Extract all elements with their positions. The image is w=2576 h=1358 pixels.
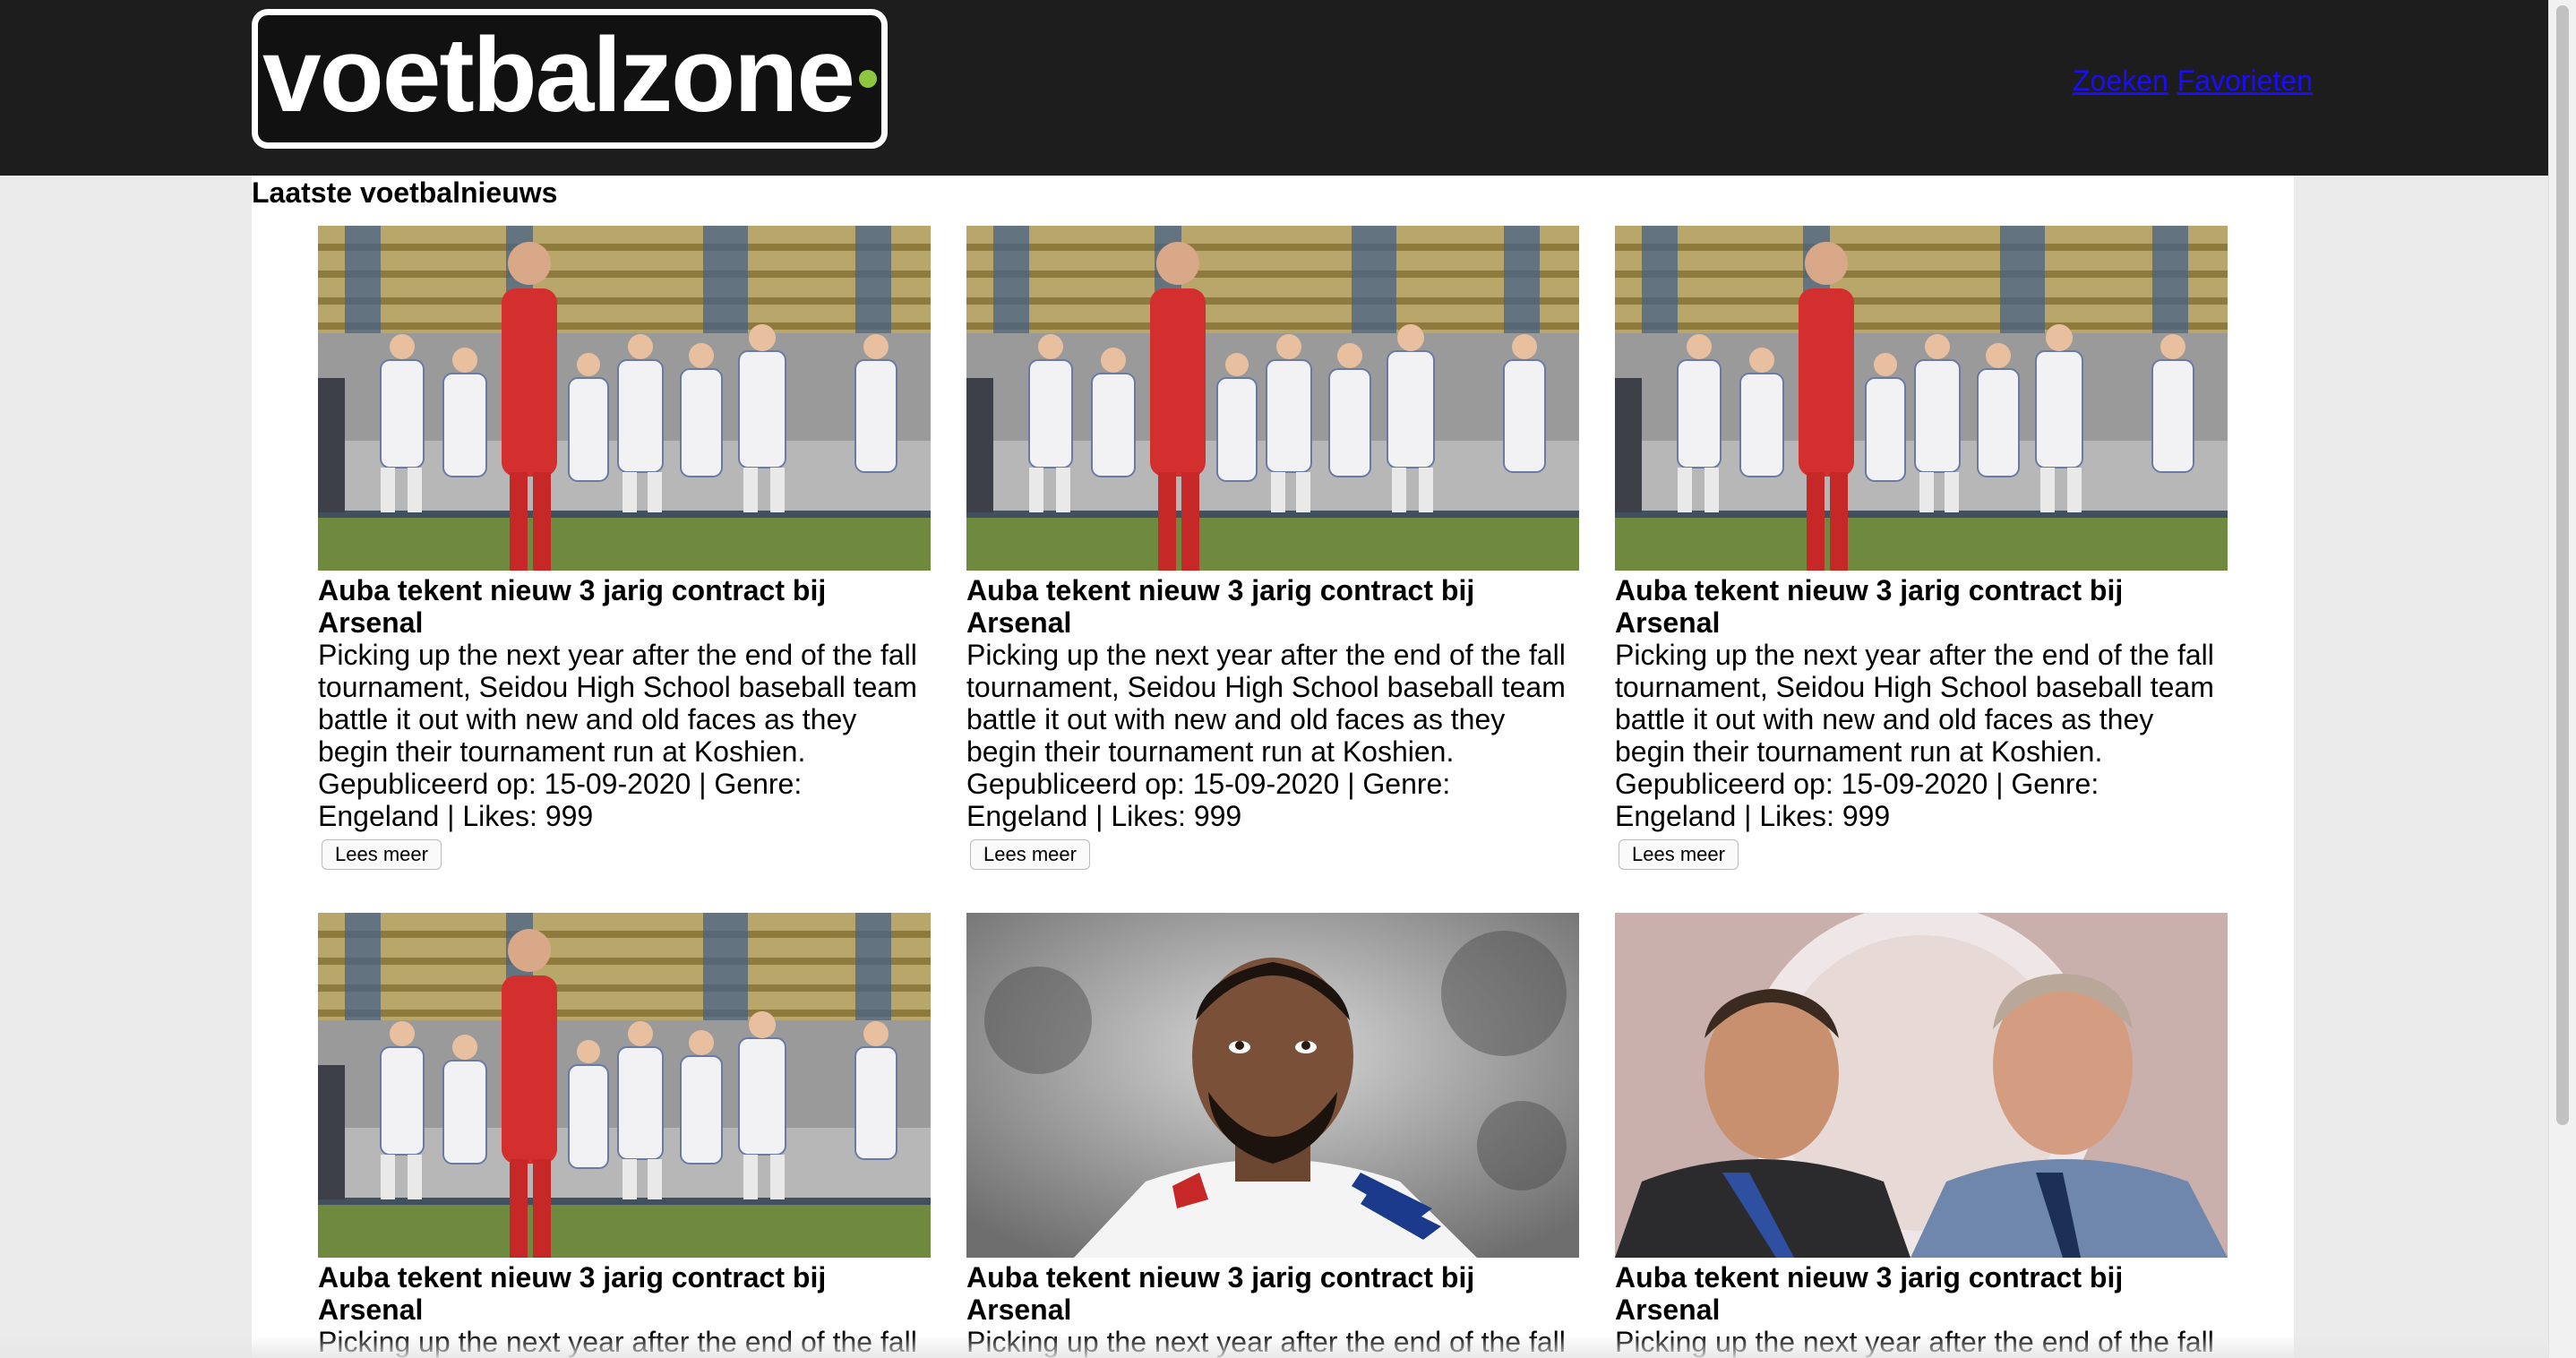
article-title: Auba tekent nieuw 3 jarig contract bij A…: [318, 574, 827, 639]
read-more-button[interactable]: Lees meer: [322, 839, 442, 870]
article-image[interactable]: [318, 226, 931, 571]
logo-text: voetbalzone: [262, 16, 855, 134]
nav-link-zoeken[interactable]: Zoeken: [2073, 64, 2168, 97]
logo-dot-icon: [858, 70, 877, 88]
article-card: Auba tekent nieuw 3 jarig contract bij A…: [318, 226, 931, 870]
nav-link-favorieten[interactable]: Favorieten: [2177, 64, 2313, 97]
article-image[interactable]: [1615, 913, 2228, 1258]
article-card: Auba tekent nieuw 3 jarig contract bij A…: [318, 913, 931, 1358]
main-content: Laatste voetbalnieuws Auba tekent nieuw …: [252, 176, 2294, 1358]
article-title: Auba tekent nieuw 3 jarig contract bij A…: [318, 1261, 827, 1326]
section-title: Laatste voetbalnieuws: [252, 176, 558, 209]
site-header: voetbalzone Zoeken Favorieten: [0, 0, 2549, 176]
article-description: Picking up the next year after the end o…: [318, 639, 917, 768]
article-grid: Auba tekent nieuw 3 jarig contract bij A…: [318, 226, 2228, 1358]
article-meta: Gepubliceerd op: 15-09-2020 | Genre: Eng…: [1615, 768, 2099, 832]
scrollbar-thumb[interactable]: [2556, 5, 2569, 1125]
article-image[interactable]: [966, 226, 1579, 571]
article-card: Auba tekent nieuw 3 jarig contract bij A…: [1615, 226, 2228, 870]
article-image[interactable]: [1615, 226, 2228, 571]
article-card: Auba tekent nieuw 3 jarig contract bij A…: [1615, 913, 2228, 1358]
article-meta: Gepubliceerd op: 15-09-2020 | Genre: Eng…: [318, 768, 803, 832]
article-image[interactable]: [966, 913, 1579, 1258]
read-more-button[interactable]: Lees meer: [970, 839, 1090, 870]
page-scrollbar[interactable]: [2548, 0, 2576, 1358]
article-title: Auba tekent nieuw 3 jarig contract bij A…: [1615, 574, 2124, 639]
main-nav: Zoeken Favorieten: [2073, 64, 2322, 98]
article-meta: Gepubliceerd op: 15-09-2020 | Genre: Eng…: [966, 768, 1451, 832]
read-more-button[interactable]: Lees meer: [1619, 839, 1739, 870]
article-title: Auba tekent nieuw 3 jarig contract bij A…: [966, 574, 1475, 639]
article-description: Picking up the next year after the end o…: [966, 639, 1566, 768]
bottom-fade: [0, 1335, 2549, 1358]
article-card: Auba tekent nieuw 3 jarig contract bij A…: [966, 913, 1579, 1358]
article-image[interactable]: [318, 913, 931, 1258]
article-title: Auba tekent nieuw 3 jarig contract bij A…: [966, 1261, 1475, 1326]
article-card: Auba tekent nieuw 3 jarig contract bij A…: [966, 226, 1579, 870]
article-description: Picking up the next year after the end o…: [1615, 639, 2214, 768]
article-title: Auba tekent nieuw 3 jarig contract bij A…: [1615, 1261, 2124, 1326]
site-logo[interactable]: voetbalzone: [252, 9, 888, 149]
